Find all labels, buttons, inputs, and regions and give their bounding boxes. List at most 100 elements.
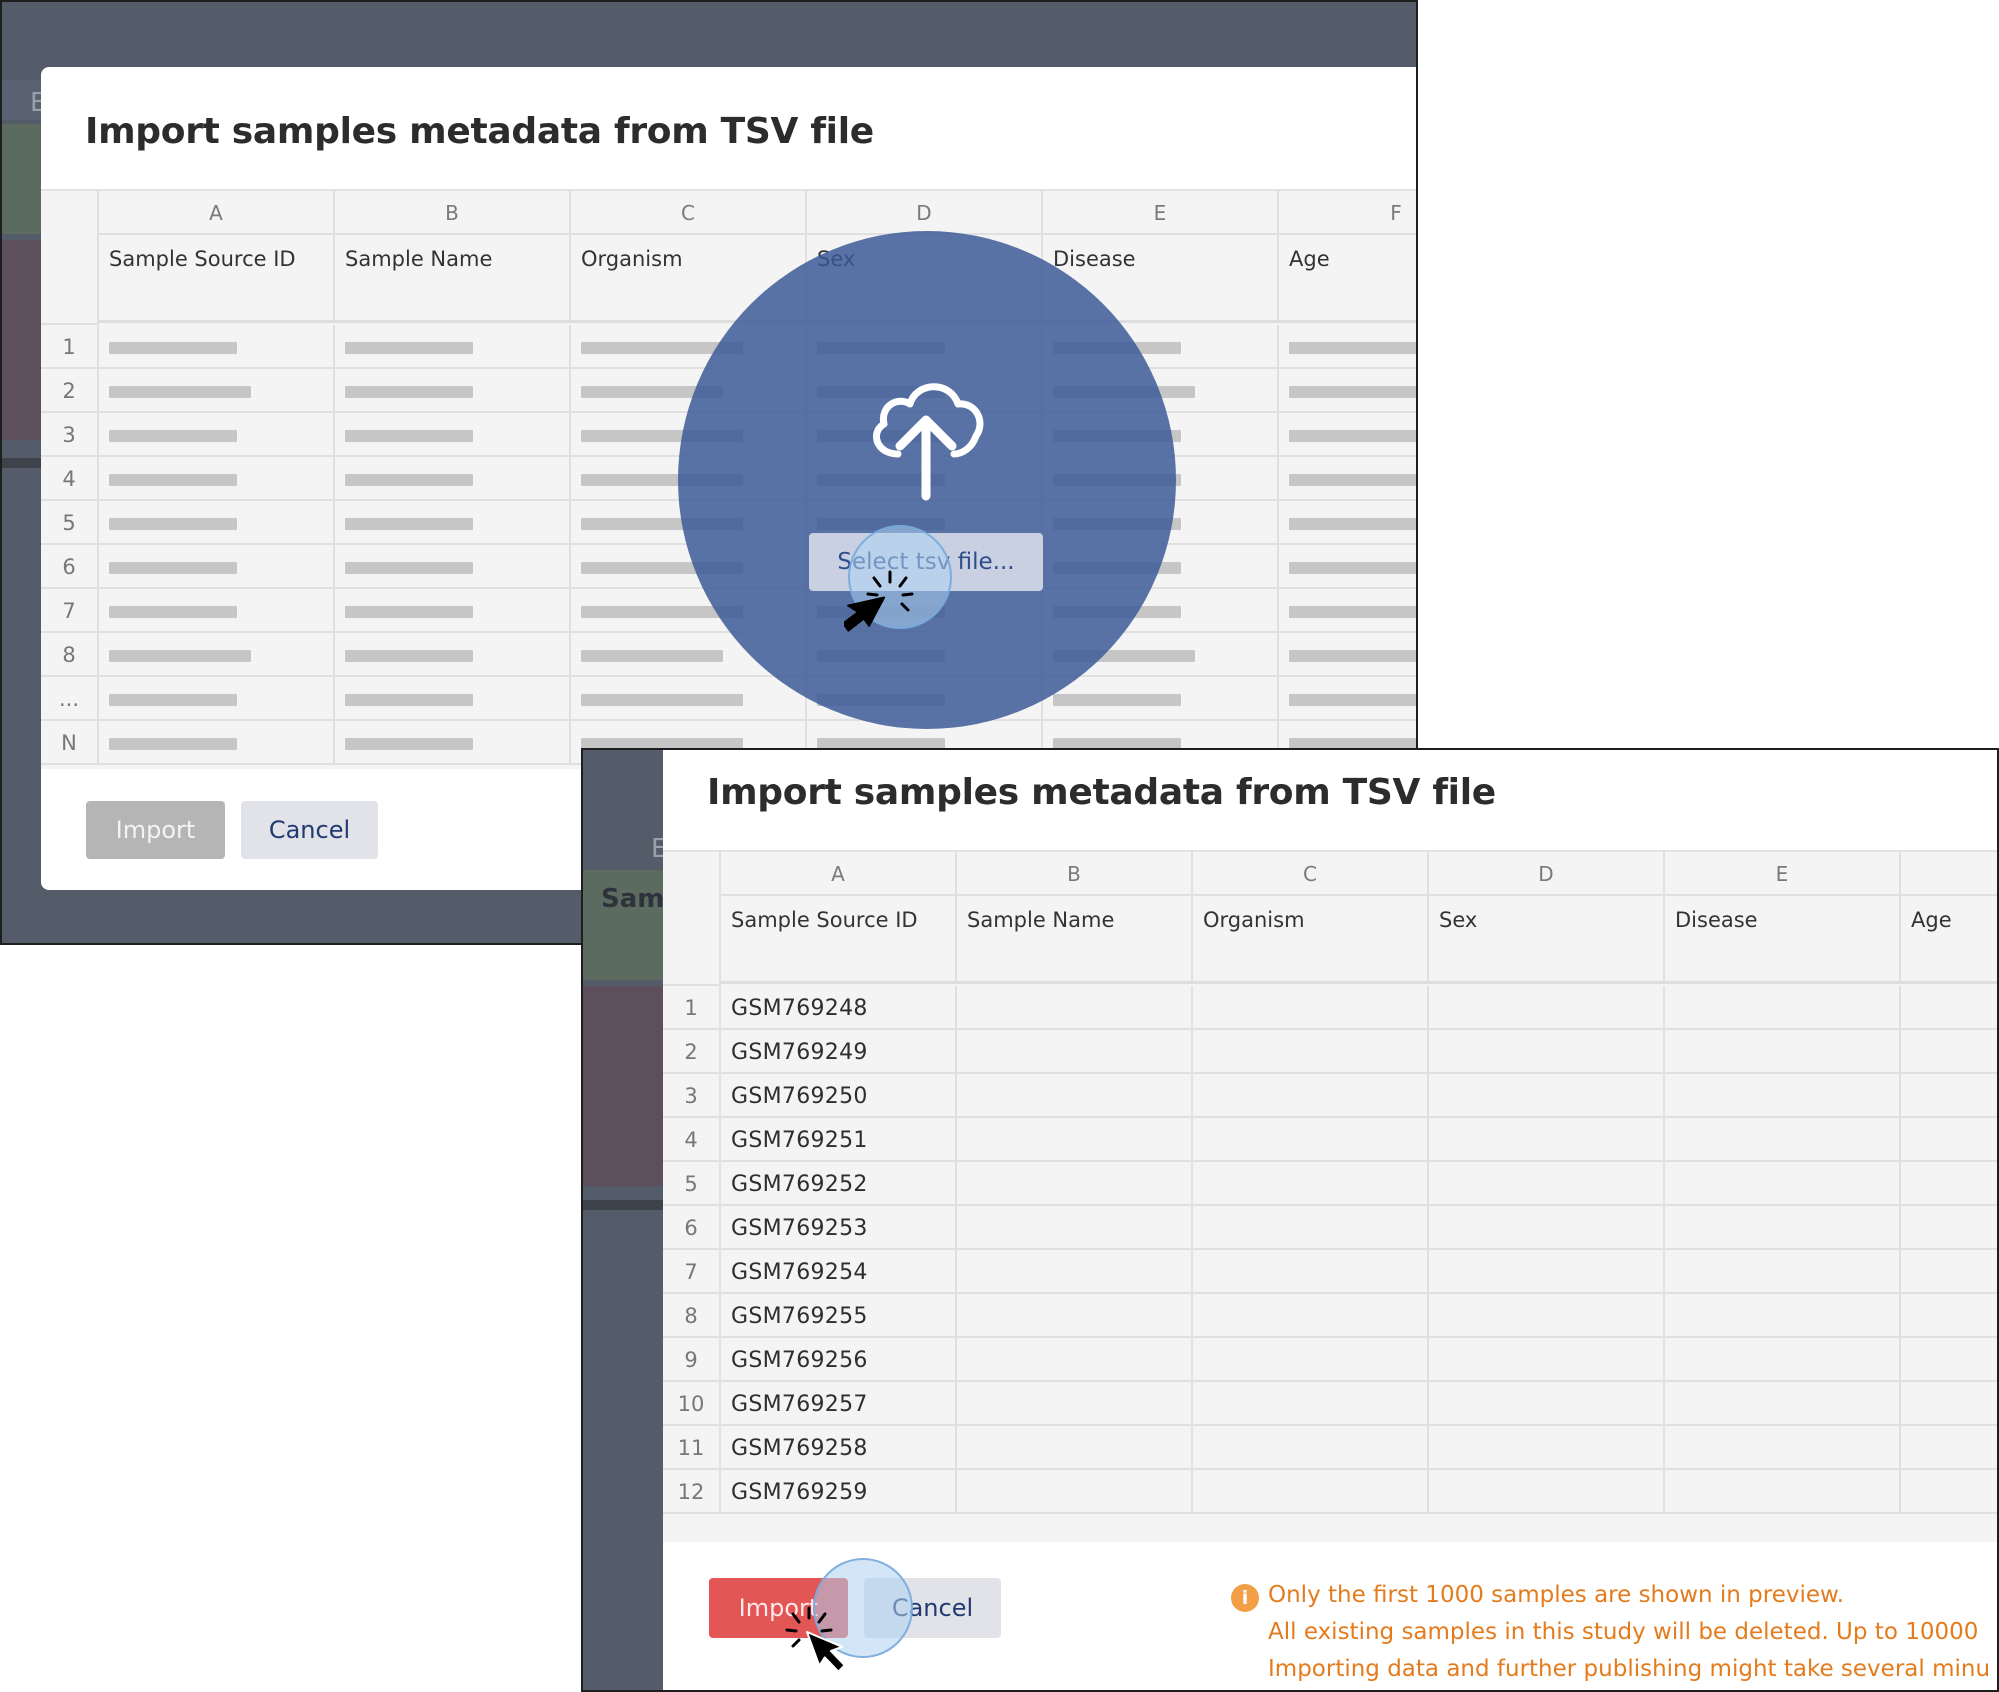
row-number: 8 bbox=[41, 633, 99, 677]
table-cell: GSM769249 bbox=[721, 1030, 957, 1074]
table-cell bbox=[1429, 1470, 1665, 1514]
table-cell bbox=[1429, 1074, 1665, 1118]
table-cell bbox=[1429, 1118, 1665, 1162]
table-cell bbox=[335, 589, 571, 633]
table-cell: GSM769257 bbox=[721, 1382, 957, 1426]
placeholder-bar bbox=[1289, 386, 1416, 398]
row-number: 3 bbox=[663, 1074, 721, 1118]
cloud-upload-icon bbox=[873, 383, 984, 501]
table-cell bbox=[335, 677, 571, 721]
field-header: Sample Name bbox=[957, 896, 1193, 984]
table-cell bbox=[1193, 1338, 1429, 1382]
preview-grid: ASample Source IDBSample NameCOrganismDS… bbox=[663, 850, 1997, 1542]
row-number: 2 bbox=[41, 369, 99, 413]
row-number: 6 bbox=[663, 1206, 721, 1250]
import-dialog: Import samples metadata from TSV file AS… bbox=[663, 750, 1997, 1690]
table-cell bbox=[335, 501, 571, 545]
table-cell bbox=[1665, 1338, 1901, 1382]
placeholder-bar bbox=[109, 694, 237, 706]
placeholder-bar bbox=[109, 342, 237, 354]
row-number: 1 bbox=[663, 986, 721, 1030]
table-cell bbox=[1429, 1426, 1665, 1470]
grid-corner bbox=[41, 191, 99, 325]
table-cell bbox=[1429, 1250, 1665, 1294]
sample-source-id: GSM769251 bbox=[731, 1128, 868, 1153]
sample-source-id: GSM769259 bbox=[731, 1480, 868, 1505]
field-header: Sample Source ID bbox=[99, 235, 335, 323]
table-cell bbox=[1901, 1382, 1997, 1426]
placeholder-bar bbox=[1289, 606, 1416, 618]
column-header: B bbox=[335, 191, 571, 235]
table-cell bbox=[957, 1338, 1193, 1382]
table-cell bbox=[1665, 1118, 1901, 1162]
table-cell: GSM769251 bbox=[721, 1118, 957, 1162]
row-number: 2 bbox=[663, 1030, 721, 1074]
table-cell bbox=[1193, 986, 1429, 1030]
placeholder-bar bbox=[345, 562, 473, 574]
row-number: N bbox=[41, 721, 99, 765]
cancel-button[interactable]: Cancel bbox=[241, 801, 378, 859]
table-cell bbox=[1665, 1206, 1901, 1250]
preview-step-screenshot: E Samp Import samples metadata from TSV … bbox=[581, 748, 1999, 1692]
table-cell bbox=[1429, 1382, 1665, 1426]
grid-corner bbox=[663, 852, 721, 986]
table-cell bbox=[1193, 1426, 1429, 1470]
row-number: 7 bbox=[41, 589, 99, 633]
table-cell: GSM769253 bbox=[721, 1206, 957, 1250]
placeholder-bar bbox=[581, 694, 743, 706]
placeholder-bar bbox=[1289, 650, 1416, 662]
column-header: B bbox=[957, 852, 1193, 896]
table-cell bbox=[1193, 1162, 1429, 1206]
table-cell bbox=[99, 457, 335, 501]
table-cell bbox=[335, 633, 571, 677]
table-cell bbox=[99, 633, 335, 677]
import-button-disabled[interactable]: Import bbox=[86, 801, 225, 859]
column-header: C bbox=[1193, 852, 1429, 896]
table-cell: GSM769255 bbox=[721, 1294, 957, 1338]
placeholder-bar bbox=[109, 562, 237, 574]
placeholder-bar bbox=[109, 518, 237, 530]
table-cell bbox=[1279, 369, 1416, 413]
table-cell bbox=[1901, 1162, 1997, 1206]
row-number: 8 bbox=[663, 1294, 721, 1338]
placeholder-bar bbox=[109, 430, 237, 442]
table-cell bbox=[1665, 1030, 1901, 1074]
table-cell bbox=[1279, 325, 1416, 369]
field-header: Sample Name bbox=[335, 235, 571, 323]
placeholder-bar bbox=[345, 342, 473, 354]
column-header: C bbox=[571, 191, 807, 235]
table-cell bbox=[1429, 1294, 1665, 1338]
placeholder-bar bbox=[345, 518, 473, 530]
table-cell bbox=[1665, 986, 1901, 1030]
placeholder-bar bbox=[345, 386, 473, 398]
background-scrollbar bbox=[2, 458, 43, 468]
table-cell bbox=[1901, 1250, 1997, 1294]
row-number: 12 bbox=[663, 1470, 721, 1514]
mouse-cursor-icon bbox=[785, 1606, 846, 1673]
table-cell bbox=[1043, 677, 1279, 721]
column-header: E bbox=[1665, 852, 1901, 896]
table-cell bbox=[1901, 1118, 1997, 1162]
table-cell bbox=[1279, 501, 1416, 545]
placeholder-bar bbox=[1289, 342, 1416, 354]
table-cell bbox=[1279, 413, 1416, 457]
table-cell bbox=[1429, 986, 1665, 1030]
table-cell bbox=[1193, 1382, 1429, 1426]
table-cell bbox=[1901, 1030, 1997, 1074]
field-header: Sex bbox=[1429, 896, 1665, 984]
row-number: 4 bbox=[663, 1118, 721, 1162]
table-cell bbox=[1901, 1206, 1997, 1250]
field-header: Sample Source ID bbox=[721, 896, 957, 984]
row-number: 7 bbox=[663, 1250, 721, 1294]
table-cell bbox=[1901, 1294, 1997, 1338]
table-cell bbox=[1665, 1426, 1901, 1470]
row-number: 1 bbox=[41, 325, 99, 369]
table-cell: GSM769259 bbox=[721, 1470, 957, 1514]
table-cell bbox=[1901, 1074, 1997, 1118]
table-cell bbox=[1279, 589, 1416, 633]
table-cell bbox=[957, 1074, 1193, 1118]
table-cell bbox=[957, 1250, 1193, 1294]
table-cell bbox=[1193, 1074, 1429, 1118]
notice-line-2: All existing samples in this study will … bbox=[1268, 1619, 1979, 1645]
sample-source-id: GSM769257 bbox=[731, 1392, 868, 1417]
